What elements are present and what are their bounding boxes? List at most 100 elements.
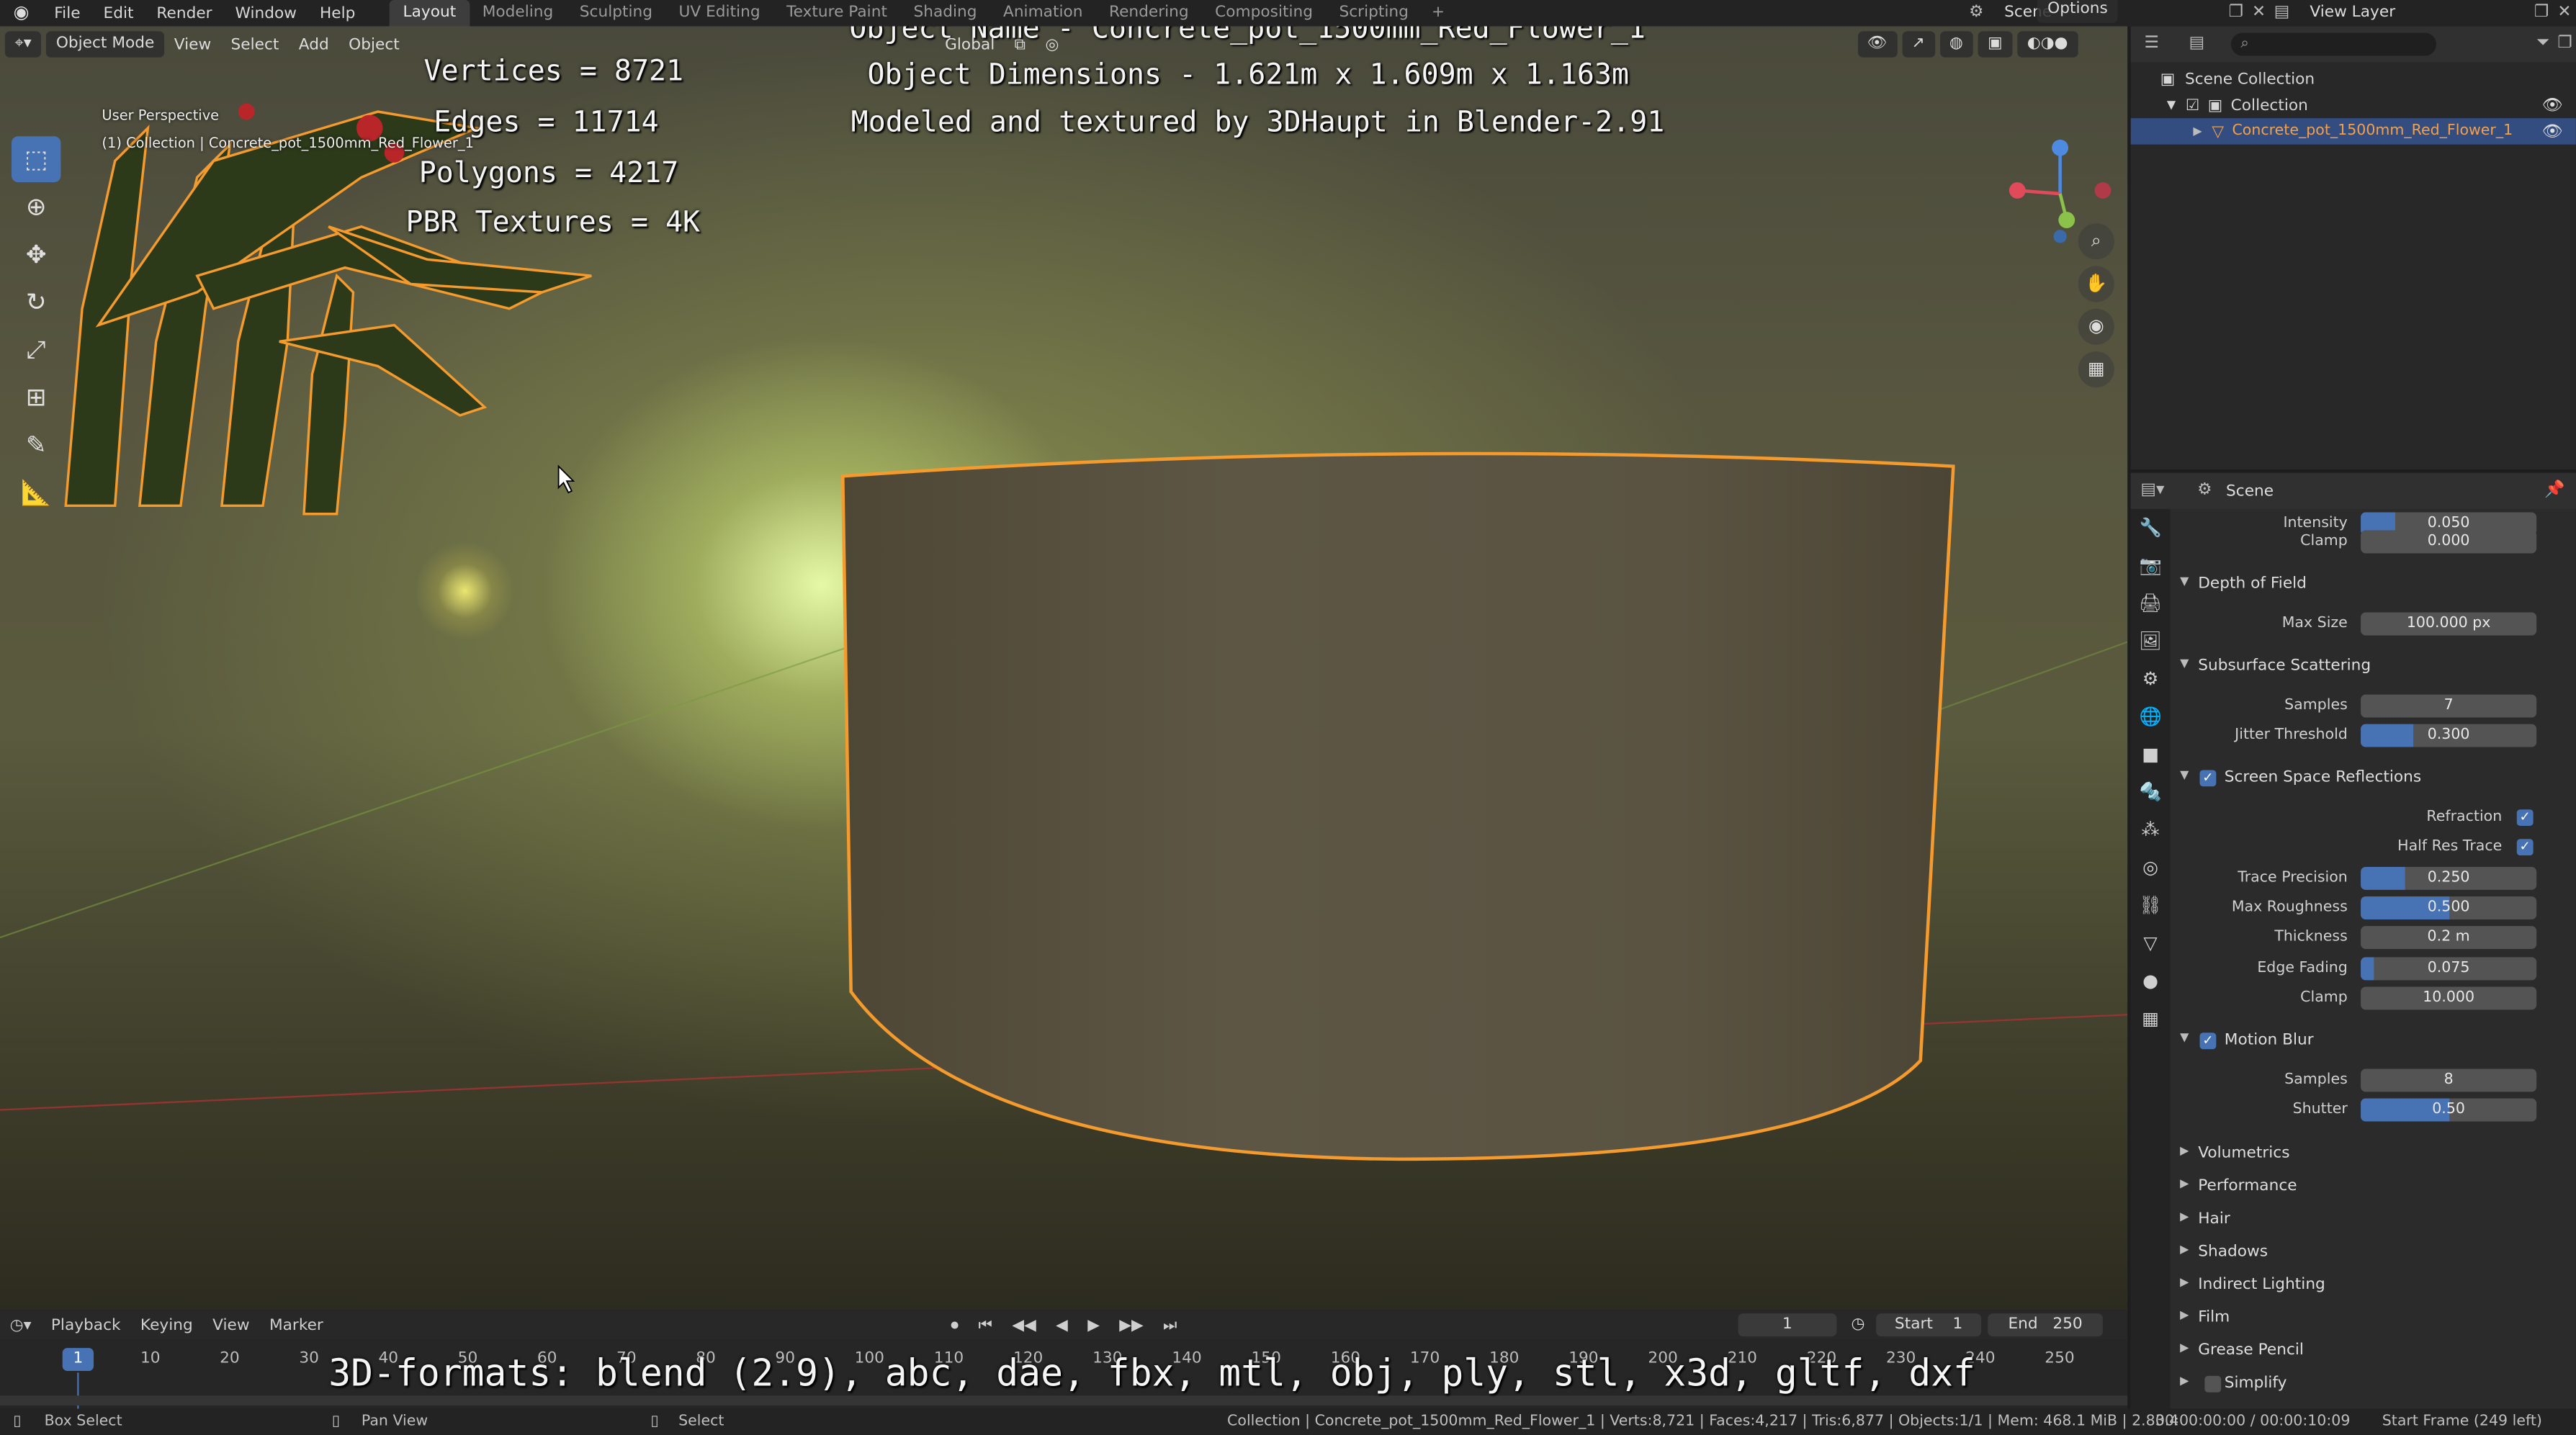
new-collection-icon[interactable]: ❐ [2554, 33, 2576, 56]
section-film[interactable]: ▶ Film [2170, 1305, 2575, 1331]
object-tab-icon[interactable]: ■ [2131, 736, 2171, 773]
ssr-clamp-field[interactable]: 10.000 [2361, 986, 2537, 1010]
ssr-checkbox[interactable]: ✓ [2199, 770, 2217, 787]
jump-start-icon[interactable]: ⏮ [969, 1316, 1002, 1334]
simplify-checkbox[interactable] [2204, 1375, 2222, 1393]
scene-tab-icon[interactable]: ⚙ [2131, 660, 2171, 698]
motion-blur-checkbox[interactable]: ✓ [2199, 1033, 2217, 1050]
mode-selector[interactable]: Object Mode [46, 31, 165, 58]
record-icon[interactable]: ⏺ [941, 1316, 969, 1334]
xray-toggle-icon[interactable]: ▣ [1978, 31, 2013, 58]
section-indirect-lighting[interactable]: ▶ Indirect Lighting [2170, 1272, 2575, 1298]
section-simplify[interactable]: ▶ Simplify [2170, 1371, 2575, 1397]
texture-tab-icon[interactable]: ▦ [2131, 1000, 2171, 1038]
mb-samples-field[interactable]: 8 [2361, 1069, 2537, 1092]
menu-file[interactable]: File [42, 4, 91, 22]
new-view-layer-icon[interactable]: ❐ [2530, 1, 2553, 24]
max-roughness-field[interactable]: 0.500 [2361, 896, 2537, 919]
next-key-icon[interactable]: ▶▶ [1110, 1316, 1154, 1334]
timeline-scrollbar[interactable] [0, 1395, 2128, 1405]
menu-render[interactable]: Render [145, 4, 223, 22]
outliner-object-row[interactable]: ▶ ▽ Concrete_pot_1500mm_Red_Flower_1 👁 [2130, 118, 2576, 145]
menu-window[interactable]: Window [224, 4, 308, 22]
menu-object[interactable]: Object [338, 35, 409, 53]
collection-eye-icon[interactable]: 👁 [2542, 96, 2563, 114]
tool-tab-icon[interactable]: 🔧 [2131, 509, 2171, 546]
current-frame-field[interactable]: 1 [1738, 1313, 1837, 1337]
select-box-tool-icon[interactable]: ⬚ [11, 136, 61, 183]
camera-view-icon[interactable]: ◉ [2078, 308, 2114, 345]
particles-tab-icon[interactable]: ⁂ [2131, 811, 2171, 848]
modifier-tab-icon[interactable]: 🔩 [2131, 773, 2171, 811]
cursor-tool-icon[interactable]: ⊕ [12, 184, 60, 230]
rotate-tool-icon[interactable]: ↻ [12, 279, 60, 325]
blender-logo-icon[interactable]: ◉ [10, 1, 33, 24]
shutter-field[interactable]: 0.50 [2361, 1098, 2537, 1122]
material-tab-icon[interactable]: ● [2131, 962, 2171, 999]
section-subsurface-scattering[interactable]: ▼ Subsurface Scattering [2170, 654, 2575, 680]
outliner-search-input[interactable]: ⌕ [2230, 32, 2437, 56]
section-volumetrics[interactable]: ▶ Volumetrics [2170, 1141, 2575, 1167]
start-frame-field[interactable]: Start 1 [1876, 1313, 1982, 1337]
section-screen-space-reflections[interactable]: ▼ ✓ Screen Space Reflections [2170, 765, 2575, 791]
menu-marker[interactable]: Marker [259, 1316, 333, 1334]
sss-samples-field[interactable]: 7 [2361, 694, 2537, 718]
tab-shading[interactable]: Shading [900, 0, 990, 26]
timeline-editor-icon[interactable]: ◷▾ [0, 1316, 41, 1334]
clock-icon[interactable]: ◷ [1846, 1313, 1870, 1336]
properties-editor-icon[interactable]: ▤▾ [2140, 480, 2164, 503]
expand-arrow-icon[interactable]: ▶ [2193, 125, 2202, 138]
options-button[interactable]: Options [2037, 0, 2118, 23]
filter-icon[interactable]: ⏷ [2532, 33, 2554, 56]
menu-edit[interactable]: Edit [92, 4, 145, 22]
3d-viewport[interactable]: ⬚ ⊕ ✥ ↻ ⤢ ⊞ ✎ 📐 ⌕ ✋ ◉ ▦ User Perspective… [0, 26, 2128, 1310]
menu-keying[interactable]: Keying [130, 1316, 202, 1334]
perspective-toggle-icon[interactable]: ▦ [2078, 351, 2114, 388]
remove-view-layer-icon[interactable]: ✕ [2553, 1, 2576, 24]
tab-texture-paint[interactable]: Texture Paint [773, 0, 900, 26]
max-size-field[interactable]: 100.000 px [2361, 612, 2537, 636]
world-tab-icon[interactable]: 🌐 [2131, 698, 2171, 735]
tab-layout[interactable]: Layout [390, 0, 470, 27]
outliner-collection[interactable]: ▼ ☑ ▣ Collection 👁 [2131, 92, 2576, 118]
refraction-checkbox[interactable]: ✓ [2516, 809, 2534, 826]
tab-uv-editing[interactable]: UV Editing [665, 0, 773, 26]
orientation-selector[interactable]: Global [935, 35, 1005, 53]
gizmo-toggle-icon[interactable]: ↗ [1901, 31, 1935, 58]
concrete-pot[interactable] [840, 450, 1955, 1163]
half-res-checkbox[interactable]: ✓ [2516, 839, 2534, 856]
play-reverse-icon[interactable]: ◀ [1046, 1316, 1077, 1334]
shading-modes-icon[interactable]: ◐◑● [2017, 31, 2078, 58]
section-depth-of-field[interactable]: ▼ Depth of Field [2170, 572, 2575, 598]
section-hair[interactable]: ▶ Hair [2170, 1207, 2575, 1233]
display-mode-icon[interactable]: ▤ [2186, 33, 2208, 56]
section-motion-blur[interactable]: ▼ ✓ Motion Blur [2170, 1027, 2575, 1053]
overlays-toggle-icon[interactable]: ◍ [1939, 31, 1973, 58]
edge-fading-field[interactable]: 0.075 [2361, 957, 2537, 981]
menu-select[interactable]: Select [221, 35, 289, 53]
section-performance[interactable]: ▶ Performance [2170, 1174, 2575, 1200]
view-layer-selector[interactable]: View Layer [2300, 1, 2530, 24]
outliner-editor-icon[interactable]: ☰ [2140, 33, 2163, 56]
collection-checkbox[interactable]: ☑ [2186, 96, 2199, 114]
tab-rendering[interactable]: Rendering [1096, 0, 1202, 26]
annotate-tool-icon[interactable]: ✎ [12, 422, 60, 468]
output-tab-icon[interactable]: 🖨 [2131, 585, 2171, 622]
object-eye-icon[interactable]: 👁 [2542, 122, 2563, 140]
physics-tab-icon[interactable]: ◎ [2131, 849, 2171, 886]
constraints-tab-icon[interactable]: ⛓ [2131, 886, 2171, 924]
data-tab-icon[interactable]: ▽ [2131, 925, 2171, 962]
pan-hand-icon[interactable]: ✋ [2078, 266, 2114, 302]
section-grease-pencil[interactable]: ▶ Grease Pencil [2170, 1338, 2575, 1364]
view-layer-icon[interactable]: ▤ [2271, 1, 2294, 24]
add-workspace-icon[interactable]: + [1422, 0, 1455, 26]
menu-timeline-view[interactable]: View [202, 1316, 259, 1334]
render-tab-icon[interactable]: 📷 [2131, 546, 2171, 584]
scale-tool-icon[interactable]: ⤢ [12, 327, 60, 373]
outliner-scene-collection[interactable]: ▣ Scene Collection [2131, 66, 2576, 91]
section-shadows[interactable]: ▶ Shadows [2170, 1240, 2575, 1266]
playhead[interactable]: 1 [62, 1348, 94, 1372]
tab-sculpting[interactable]: Sculpting [567, 0, 666, 26]
pin-icon[interactable]: 📌 [2543, 480, 2566, 503]
menu-add[interactable]: Add [289, 35, 338, 53]
